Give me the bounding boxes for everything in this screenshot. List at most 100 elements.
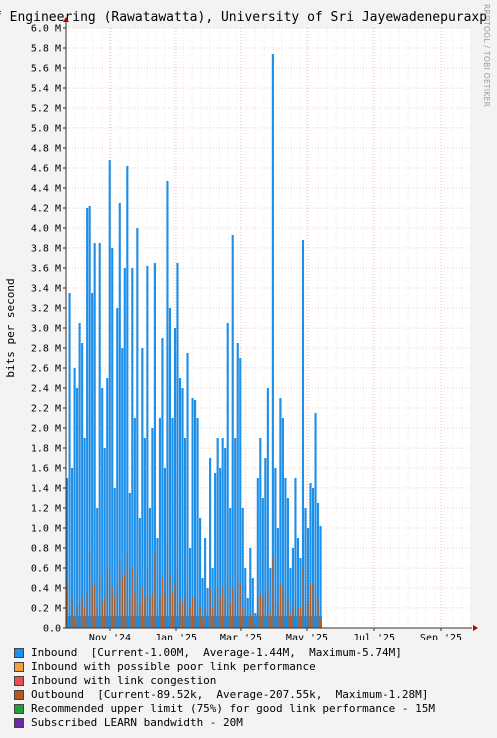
outbound-bar xyxy=(302,568,304,628)
y-tick-label: 1.4 M xyxy=(31,484,61,495)
outbound-bar xyxy=(199,608,201,628)
inbound-bar xyxy=(194,400,197,628)
y-tick-label: 4.2 M xyxy=(31,204,61,215)
outbound-bar xyxy=(76,608,78,628)
x-tick-label: Jan '25 xyxy=(155,633,197,640)
outbound-bar xyxy=(149,598,151,628)
inbound-bar xyxy=(68,293,71,628)
y-axis-label: bits per second xyxy=(4,278,17,377)
outbound-bar xyxy=(101,603,103,628)
outbound-bar xyxy=(129,598,131,628)
legend-swatch xyxy=(14,704,24,714)
y-tick-label: 0.4 M xyxy=(31,584,61,595)
outbound-bar xyxy=(312,583,314,628)
y-tick-label: 4.0 M xyxy=(31,224,61,235)
outbound-bar xyxy=(141,588,143,628)
outbound-bar xyxy=(89,552,91,628)
outbound-bar xyxy=(229,603,231,628)
outbound-bar xyxy=(314,588,317,628)
outbound-bar xyxy=(159,598,161,628)
outbound-bar xyxy=(84,608,86,628)
outbound-bar xyxy=(224,598,226,628)
outbound-bar xyxy=(244,613,246,628)
outbound-bar xyxy=(131,568,133,628)
inbound-bar xyxy=(136,228,139,628)
y-tick-label: 1.0 M xyxy=(31,524,61,535)
legend-swatch xyxy=(14,648,24,658)
inbound-bar xyxy=(186,353,189,628)
y-tick-label: 0.6 M xyxy=(31,564,61,575)
y-tick-label: 2.4 M xyxy=(31,384,61,395)
inbound-bar xyxy=(83,438,86,628)
outbound-bar xyxy=(307,603,309,628)
y-tick-label: 3.6 M xyxy=(31,264,61,275)
outbound-bar xyxy=(282,588,284,628)
outbound-bar xyxy=(79,603,81,628)
inbound-bar xyxy=(181,388,184,628)
outbound-bar xyxy=(292,608,294,628)
inbound-bar xyxy=(78,323,81,628)
y-tick-labels: 0.0 0.2 M 0.4 M 0.6 M 0.8 M 1.0 M 1.2 M 1.4 M 1.… xyxy=(31,24,66,635)
outbound-bar xyxy=(287,598,289,628)
outbound-bar xyxy=(179,598,181,628)
outbound-bar xyxy=(99,578,101,628)
outbound-bar xyxy=(94,583,96,628)
x-tick-label: Jul '25 xyxy=(353,633,395,640)
legend-item: Inbound with link congestion xyxy=(14,674,435,688)
outbound-bar xyxy=(294,598,297,628)
x-axis-arrow xyxy=(473,625,478,631)
y-tick-label: 3.2 M xyxy=(31,304,61,315)
y-tick-label: 5.6 M xyxy=(31,64,61,75)
outbound-bar xyxy=(207,613,209,628)
legend-item: Outbound [Current-89.52k, Average-207.55… xyxy=(14,688,435,702)
inbound-bar xyxy=(73,368,76,628)
outbound-bar xyxy=(91,588,93,628)
outbound-bar xyxy=(279,583,281,628)
inbound-bar xyxy=(231,235,234,628)
outbound-bar xyxy=(171,593,174,628)
inbound-bar xyxy=(178,378,182,628)
legend-item: Inbound [Current-1.00M, Average-1.44M, M… xyxy=(14,646,435,660)
legend-item: Subscribed LEARN bandwidth - 20M xyxy=(14,716,435,730)
inbound-bar xyxy=(158,418,161,628)
outbound-bar xyxy=(134,593,136,628)
outbound-bar xyxy=(239,583,241,628)
outbound-bar xyxy=(252,616,254,628)
inbound-bar xyxy=(93,243,96,628)
y-tick-label: 3.8 M xyxy=(31,244,61,255)
outbound-bar xyxy=(214,593,216,628)
outbound-bar xyxy=(234,598,236,628)
outbound-bar xyxy=(299,608,302,628)
outbound-bar xyxy=(277,603,279,628)
outbound-bar xyxy=(119,563,121,628)
outbound-bar xyxy=(96,608,98,628)
outbound-bar xyxy=(237,578,239,628)
y-tick-label: 6.0 M xyxy=(31,24,61,35)
outbound-bar xyxy=(126,553,128,628)
outbound-bar xyxy=(69,613,71,628)
outbound-bar xyxy=(189,608,191,628)
outbound-bar xyxy=(109,573,111,628)
outbound-bar xyxy=(274,598,276,628)
outbound-bar xyxy=(304,603,307,628)
legend-label: Inbound with possible poor link performa… xyxy=(31,660,316,673)
x-tick-label: Sep '25 xyxy=(420,633,462,640)
y-tick-label: 4.6 M xyxy=(31,164,61,175)
legend-label: Inbound [Current-1.00M, Average-1.44M, M… xyxy=(31,646,402,659)
inbound-bar xyxy=(81,343,84,628)
outbound-bar xyxy=(116,583,118,628)
legend-label: Outbound [Current-89.52k, Average-207.55… xyxy=(31,688,429,701)
outbound-bar xyxy=(204,608,206,628)
y-tick-label: 2.6 M xyxy=(31,364,61,375)
outbound-bar xyxy=(184,598,186,628)
outbound-bar xyxy=(71,598,73,628)
outbound-bar xyxy=(186,588,189,628)
inbound-bar xyxy=(108,160,111,628)
outbound-bar xyxy=(269,613,271,628)
y-tick-label: 2.2 M xyxy=(31,404,61,415)
outbound-bar xyxy=(74,618,76,628)
y-tick-label: 5.2 M xyxy=(31,104,61,115)
inbound-bar xyxy=(271,54,274,628)
y-tick-label: 5.0 M xyxy=(31,124,61,135)
inbound-bar xyxy=(141,348,144,628)
